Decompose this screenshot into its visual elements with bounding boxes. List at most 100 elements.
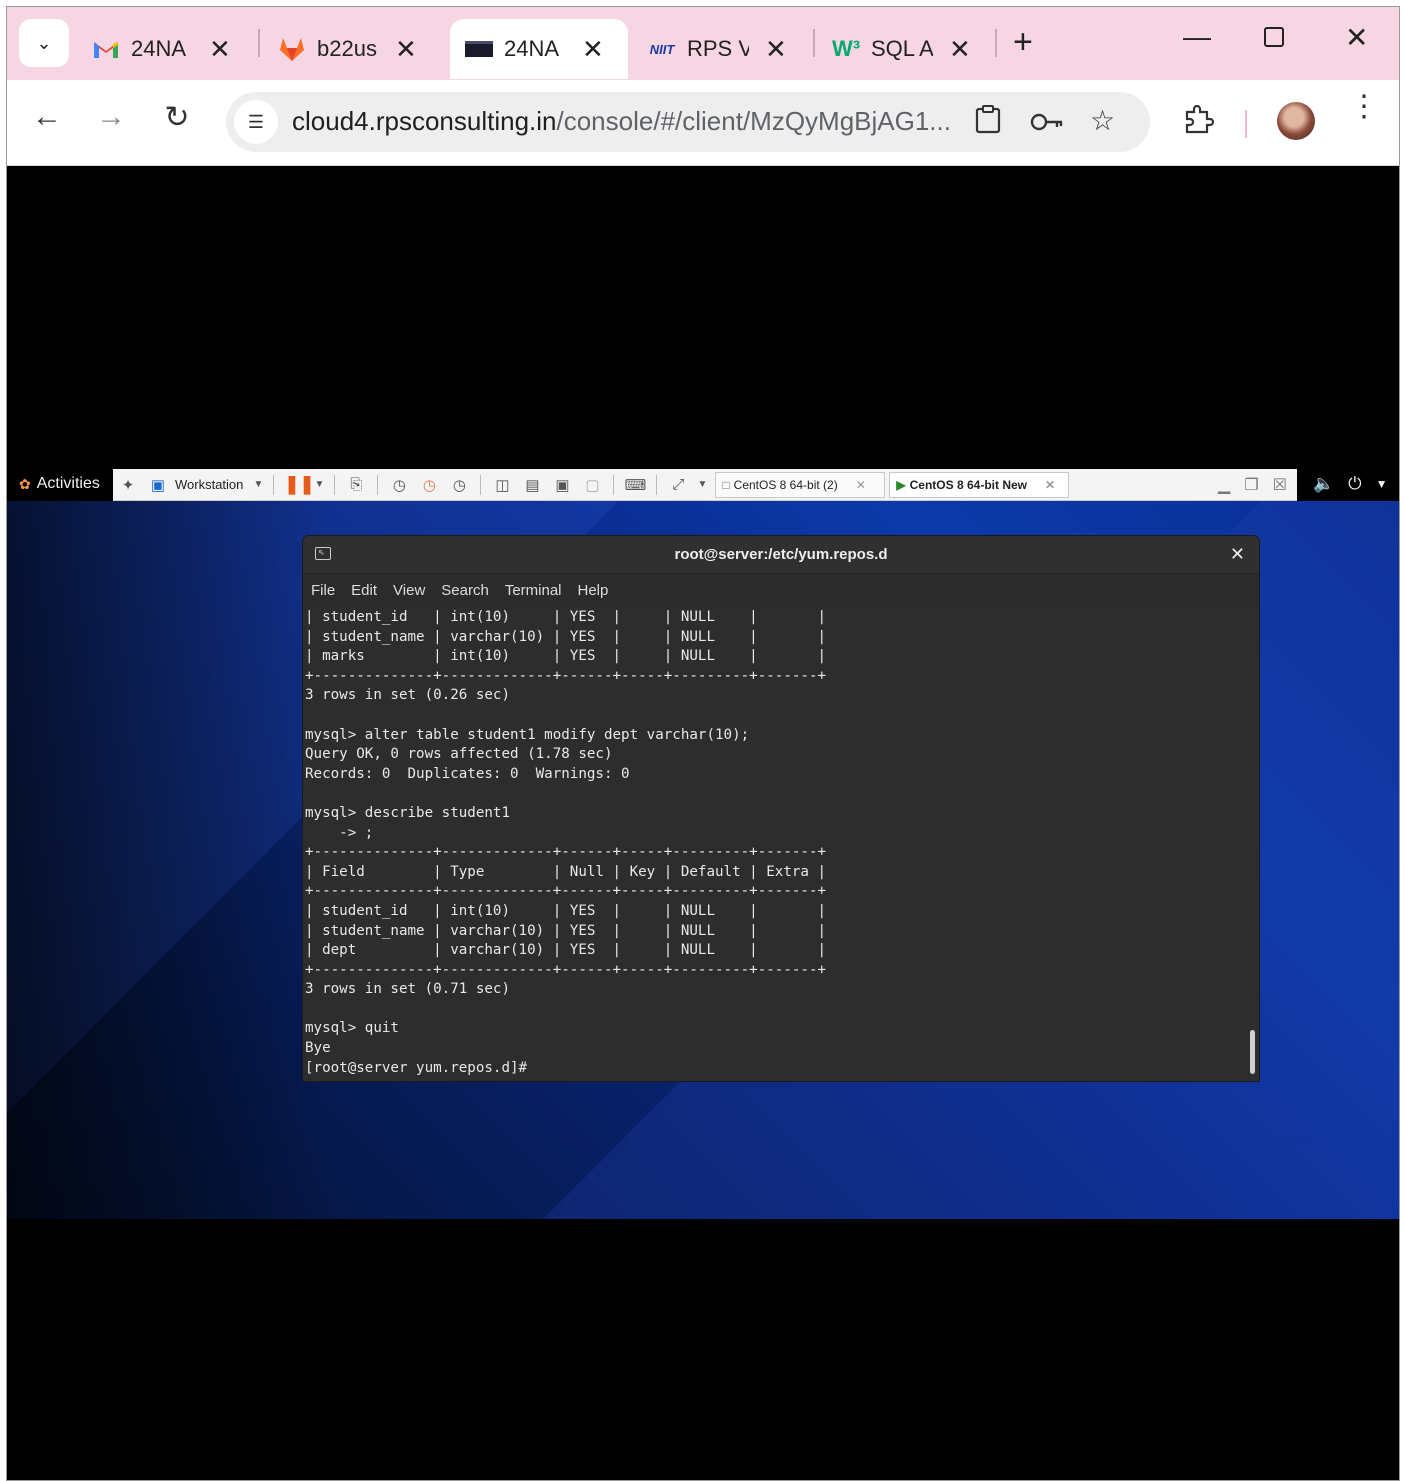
vm-tab[interactable]: □ CentOS 8 64-bit (2) ✕ <box>715 471 886 498</box>
terminal-line: | Field | Type | Null | Key | Default | … <box>305 863 827 880</box>
key-icon[interactable] <box>1030 108 1064 140</box>
terminal-line: | student_name | varchar(10) | YES | | N… <box>305 628 827 645</box>
terminal-output[interactable]: | student_id | int(10) | YES | | NULL | … <box>305 606 1245 1078</box>
toolbar-divider <box>1245 110 1247 138</box>
tab-title: b22us <box>317 36 377 61</box>
tab-divider <box>995 29 997 57</box>
pin-icon[interactable]: ✦ <box>117 476 139 494</box>
thumbnail-bar-icon[interactable]: ▤ <box>521 476 543 494</box>
vm-tab-icon: □ <box>722 477 730 492</box>
vm-tab-label: CentOS 8 64-bit New <box>909 477 1027 492</box>
vm-tab-active[interactable]: ▶ CentOS 8 64-bit New ✕ <box>889 471 1070 498</box>
bookmark-star-icon[interactable]: ☆ <box>1090 104 1115 137</box>
tab-gmail[interactable]: 24NA ✕ <box>91 19 231 79</box>
close-icon[interactable]: ☒ <box>1273 475 1287 495</box>
console-view-icon[interactable]: ⌨ <box>624 476 647 494</box>
clipboard-icon[interactable] <box>974 104 1002 141</box>
tab-w3schools[interactable]: W³ SQL A ✕ <box>831 19 971 79</box>
tab-divider <box>258 29 260 57</box>
chevron-down-icon[interactable]: ▼ <box>697 479 707 490</box>
address-bar[interactable]: ☰ cloud4.rpsconsulting.in/console/#/clie… <box>226 92 1150 152</box>
menu-edit[interactable]: Edit <box>351 582 377 599</box>
minimize-icon[interactable]: ▁ <box>1218 475 1230 495</box>
close-tab-icon[interactable]: ✕ <box>1045 478 1055 492</box>
stretch-guest-icon[interactable]: ⤢ <box>667 476 689 493</box>
system-tray[interactable]: 🔈 ⏻ ▼ <box>1313 474 1388 494</box>
vmware-logo-icon: ✿ <box>19 475 31 492</box>
vmware-window-controls: ▁ ❐ ☒ <box>1218 475 1287 495</box>
activities-button[interactable]: ✿ Activities <box>19 475 100 493</box>
toolbar-divider <box>377 474 379 495</box>
chevron-down-icon[interactable]: ▼ <box>253 479 263 490</box>
unity-icon[interactable]: ▢ <box>581 476 603 494</box>
chevron-down-icon[interactable]: ▼ <box>314 479 324 490</box>
minimize-button[interactable]: — <box>1183 21 1211 53</box>
close-window-button[interactable]: ✕ <box>1345 21 1368 54</box>
tab-rps[interactable]: NIIT RPS V ✕ <box>647 19 787 79</box>
toolbar-divider <box>613 474 615 495</box>
reload-icon: ↻ <box>164 101 190 134</box>
terminal-window[interactable]: ⇖ root@server:/etc/yum.repos.d ✕ File Ed… <box>303 536 1259 1081</box>
browser-menu-button[interactable]: ⋮ <box>1349 92 1379 122</box>
tab-search-button[interactable]: ⌄ <box>19 19 69 67</box>
close-tab-icon[interactable]: ✕ <box>395 34 417 65</box>
workstation-menu[interactable]: Workstation <box>175 477 243 492</box>
revert-snapshot-icon[interactable]: ◷ <box>418 476 440 494</box>
extensions-icon[interactable] <box>1183 104 1215 141</box>
close-icon[interactable]: ✕ <box>1230 544 1245 565</box>
tab-divider <box>813 29 815 57</box>
pause-icon[interactable]: ❚❚ <box>284 474 314 495</box>
toolbar-divider <box>273 474 275 495</box>
forward-button[interactable]: → <box>91 100 131 134</box>
scrollbar-thumb[interactable] <box>1250 1030 1255 1074</box>
terminal-line: | student_name | varchar(10) | YES | | N… <box>305 922 827 939</box>
url-text[interactable]: cloud4.rpsconsulting.in/console/#/client… <box>292 106 951 137</box>
library-icon[interactable]: ◫ <box>491 476 513 494</box>
maximize-button[interactable] <box>1263 23 1285 55</box>
menu-search[interactable]: Search <box>441 582 489 599</box>
tune-icon: ☰ <box>247 111 265 132</box>
close-tab-icon[interactable]: ✕ <box>949 34 971 65</box>
close-tab-icon[interactable]: ✕ <box>856 478 866 492</box>
site-info-button[interactable]: ☰ <box>234 100 278 144</box>
menu-view[interactable]: View <box>393 582 425 599</box>
reload-button[interactable]: ↻ <box>157 100 197 135</box>
full-screen-icon[interactable]: ▣ <box>551 476 573 494</box>
terminal-menubar: File Edit View Search Terminal Help <box>303 574 1259 606</box>
new-tab-button[interactable]: + <box>1013 23 1033 62</box>
menu-file[interactable]: File <box>311 582 335 599</box>
menu-terminal[interactable]: Terminal <box>505 582 562 599</box>
close-icon: ✕ <box>1345 22 1369 53</box>
close-tab-icon[interactable]: ✕ <box>765 34 787 65</box>
terminal-line: | student_id | int(10) | YES | | NULL | … <box>305 609 827 625</box>
remote-console[interactable]: ✿ Activities 🔈 ⏻ ▼ ✦ ▣ Workstation ▼ ❚❚ … <box>7 167 1399 1480</box>
tab-title: 24NA <box>504 36 560 61</box>
browser-window: ⌄ 24NA ✕ b22us ✕ 24NA ✕ NIIT RPS V ✕ W³ … <box>6 6 1400 1481</box>
chevron-down-icon[interactable]: ▼ <box>1376 474 1388 494</box>
gitlab-icon <box>277 37 307 61</box>
volume-icon[interactable]: 🔈 <box>1313 474 1334 494</box>
terminal-line: | marks | int(10) | YES | | NULL | | <box>305 648 827 665</box>
terminal-line: -> ; <box>305 824 374 841</box>
terminal-line: | student_id | int(10) | YES | | NULL | … <box>305 902 827 919</box>
close-tab-icon[interactable]: ✕ <box>582 34 604 65</box>
send-ctrl-alt-del-icon[interactable]: ⎘ <box>345 476 367 493</box>
snapshot-icon[interactable]: ◷ <box>388 476 410 494</box>
tab-gitlab[interactable]: b22us ✕ <box>277 19 417 79</box>
back-button[interactable]: ← <box>27 100 67 134</box>
terminal-text: | student_id | int(10) | YES | | NULL | … <box>305 608 1245 1078</box>
restore-icon[interactable]: ❐ <box>1244 475 1258 495</box>
workstation-icon: ▣ <box>150 476 166 494</box>
vm-desktop[interactable]: ✿ Activities 🔈 ⏻ ▼ ✦ ▣ Workstation ▼ ❚❚ … <box>7 469 1399 1219</box>
tab-console[interactable]: 24NA ✕ <box>450 19 628 79</box>
power-icon[interactable]: ⏻ <box>1348 474 1361 494</box>
terminal-line: [root@server yum.repos.d]# <box>305 1059 528 1076</box>
snapshot-manager-icon[interactable]: ◷ <box>448 476 470 494</box>
browser-toolbar: ← → ↻ ☰ cloud4.rpsconsulting.in/console/… <box>7 80 1399 166</box>
terminal-line: +--------------+-------------+------+---… <box>305 961 827 978</box>
terminal-line: mysql> describe student1 <box>305 804 510 821</box>
terminal-titlebar[interactable]: ⇖ root@server:/etc/yum.repos.d ✕ <box>303 536 1259 574</box>
profile-avatar[interactable] <box>1277 102 1315 140</box>
menu-help[interactable]: Help <box>578 582 609 599</box>
close-tab-icon[interactable]: ✕ <box>209 34 231 65</box>
